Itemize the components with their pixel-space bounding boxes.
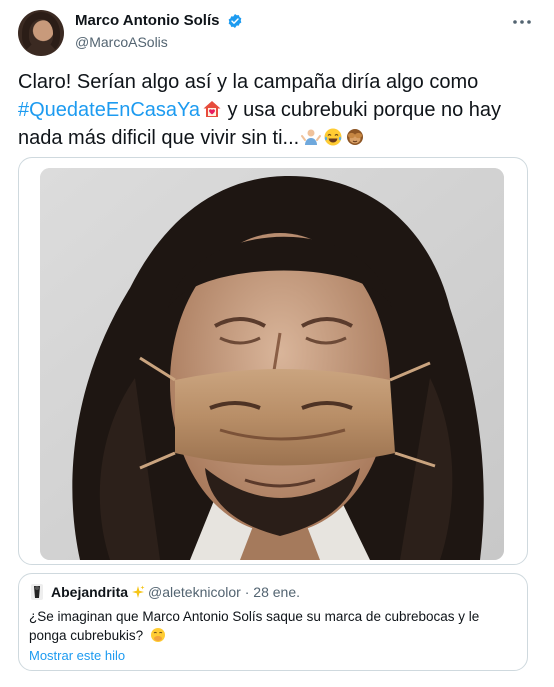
avatar-hair (22, 12, 60, 54)
more-options-icon[interactable] (510, 14, 534, 34)
see-no-evil-monkey-icon (347, 129, 364, 145)
more-dots-icon (513, 20, 531, 24)
separator-dot: · (241, 584, 253, 600)
show-thread-link[interactable]: Mostrar este hilo (29, 648, 125, 663)
author-display-name[interactable]: Marco Antonio Solís (75, 12, 219, 29)
quoted-tweet[interactable]: Abejandrita @aleteknicolor · 28 ene. ¿Se… (18, 573, 528, 671)
tweet: Marco Antonio Solís @MarcoASolis Claro! … (0, 0, 554, 687)
person-shrugging-icon (301, 129, 322, 145)
tweet-text-part-1: Claro! Serían algo así y la campaña dirí… (18, 71, 479, 93)
tears-of-joy-icon (324, 128, 342, 146)
quoted-tweet-text: ¿Se imaginan que Marco Antonio Solís saq… (29, 607, 514, 645)
quoted-author-handle[interactable]: @aleteknicolor (148, 584, 241, 600)
tweet-media[interactable] (18, 157, 528, 565)
hashtag-link[interactable]: #QuedateEnCasaYa (18, 99, 200, 121)
tweet-header: Marco Antonio Solís @MarcoASolis (18, 10, 538, 58)
tweet-text: Claro! Serían algo así y la campaña dirí… (18, 68, 538, 152)
sparkles-icon (132, 585, 145, 598)
photo-of-man-with-long-hair-and-face-mask[interactable] (40, 168, 504, 560)
author-names: Marco Antonio Solís @MarcoASolis (75, 12, 243, 50)
author-avatar[interactable] (18, 10, 64, 56)
quoted-tweet-date[interactable]: 28 ene. (253, 584, 300, 600)
verified-badge-icon (228, 13, 242, 28)
face-with-hand-over-mouth-icon (150, 628, 165, 642)
quoted-author-name[interactable]: Abejandrita (51, 584, 128, 600)
house-with-heart-icon (203, 101, 221, 117)
separator-dot-text: · (244, 584, 250, 600)
quoted-author-avatar[interactable] (29, 584, 45, 600)
quoted-tweet-header: Abejandrita @aleteknicolor · 28 ene. (29, 584, 300, 604)
quoted-tweet-text-content: ¿Se imaginan que Marco Antonio Solís saq… (29, 609, 480, 643)
author-handle[interactable]: @MarcoASolis (75, 34, 243, 50)
